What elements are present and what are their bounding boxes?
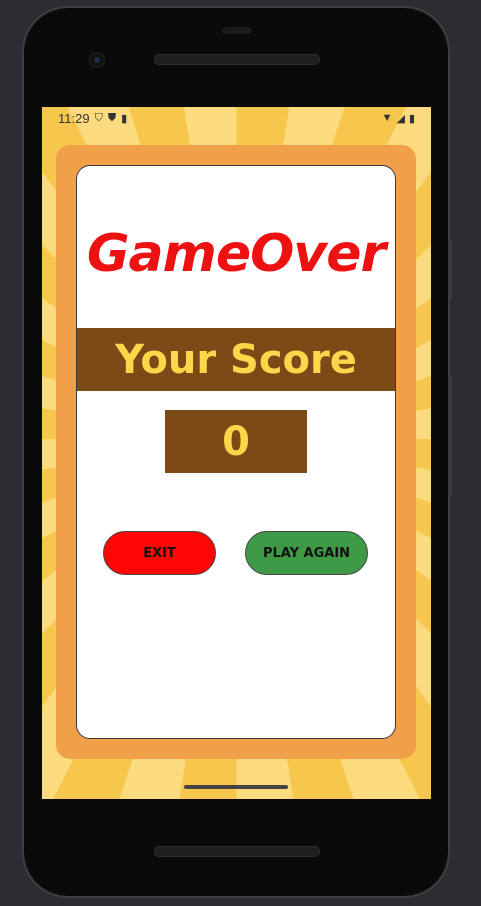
bottom-speaker bbox=[154, 846, 320, 857]
game-over-card: GameOver Your Score 0 EXIT PLAY AGAIN bbox=[76, 165, 396, 739]
play-again-button[interactable]: PLAY AGAIN bbox=[245, 531, 368, 575]
home-indicator[interactable] bbox=[184, 785, 288, 789]
top-speaker bbox=[154, 54, 320, 65]
status-left: 11:29 ⛉ ⛊ ▮ bbox=[58, 111, 127, 126]
game-over-title: GameOver bbox=[86, 224, 386, 284]
status-right: ▼ ◢ ▮ bbox=[382, 112, 415, 125]
signal-icon: ◢ bbox=[396, 112, 405, 125]
shield-outline-icon: ⛉ bbox=[94, 111, 103, 124]
volume-button bbox=[448, 376, 452, 496]
shield-filled-icon: ⛊ bbox=[107, 111, 117, 124]
score-label-band: Your Score bbox=[77, 328, 395, 391]
exit-button[interactable]: EXIT bbox=[103, 531, 216, 575]
front-camera-icon bbox=[89, 52, 105, 68]
power-button bbox=[448, 240, 452, 300]
status-time: 11:29 bbox=[58, 110, 90, 126]
status-bar: 11:29 ⛉ ⛊ ▮ ▼ ◢ ▮ bbox=[42, 107, 431, 129]
top-notch bbox=[222, 27, 252, 34]
wifi-icon: ▼ bbox=[381, 112, 393, 124]
game-over-card-frame: GameOver Your Score 0 EXIT PLAY AGAIN bbox=[56, 145, 416, 759]
score-value: 0 bbox=[165, 410, 307, 473]
battery-icon: ▮ bbox=[408, 112, 415, 125]
app-screen: 11:29 ⛉ ⛊ ▮ ▼ ◢ ▮ GameOver Your Score 0 … bbox=[42, 107, 431, 799]
sim-card-icon: ▮ bbox=[121, 112, 128, 125]
